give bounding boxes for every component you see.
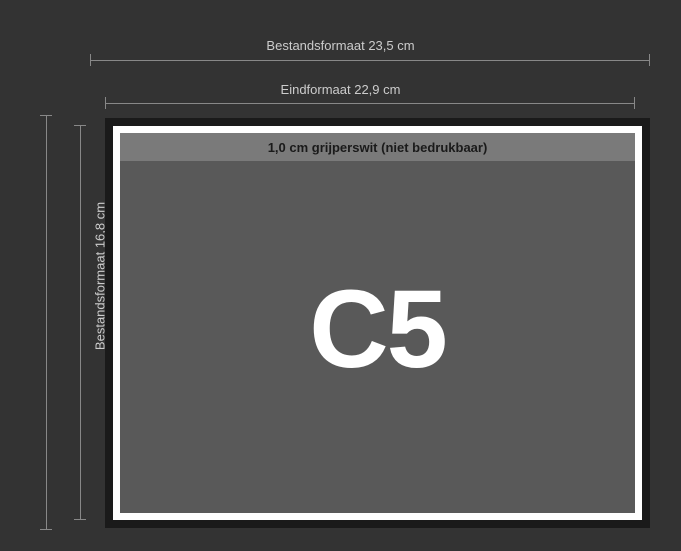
format-name: C5 bbox=[309, 266, 446, 393]
dimension-tick bbox=[634, 97, 635, 109]
dimension-tick bbox=[40, 115, 52, 116]
dimension-tick bbox=[40, 529, 52, 530]
dimension-tick bbox=[105, 97, 106, 109]
dimension-bar bbox=[90, 60, 650, 61]
dimension-tick bbox=[90, 54, 91, 66]
envelope-file-format: 1,0 cm grijperswit (niet bedrukbaar) C5 bbox=[105, 118, 650, 528]
dimension-bar bbox=[80, 125, 81, 520]
dimension-tick bbox=[74, 519, 86, 520]
file-format-width-label: Bestandsformaat 23,5 cm bbox=[266, 38, 414, 53]
envelope-printable-area: 1,0 cm grijperswit (niet bedrukbaar) C5 bbox=[120, 133, 635, 513]
gripper-strip: 1,0 cm grijperswit (niet bedrukbaar) bbox=[120, 133, 635, 161]
envelope-final-format: 1,0 cm grijperswit (niet bedrukbaar) C5 bbox=[113, 126, 642, 520]
dimension-bar bbox=[105, 103, 635, 104]
dimension-bar bbox=[46, 115, 47, 530]
dimension-tick bbox=[74, 125, 86, 126]
final-format-width-label: Eindformaat 22,9 cm bbox=[281, 82, 401, 97]
dimension-tick bbox=[649, 54, 650, 66]
gripper-label: 1,0 cm grijperswit (niet bedrukbaar) bbox=[268, 140, 488, 155]
